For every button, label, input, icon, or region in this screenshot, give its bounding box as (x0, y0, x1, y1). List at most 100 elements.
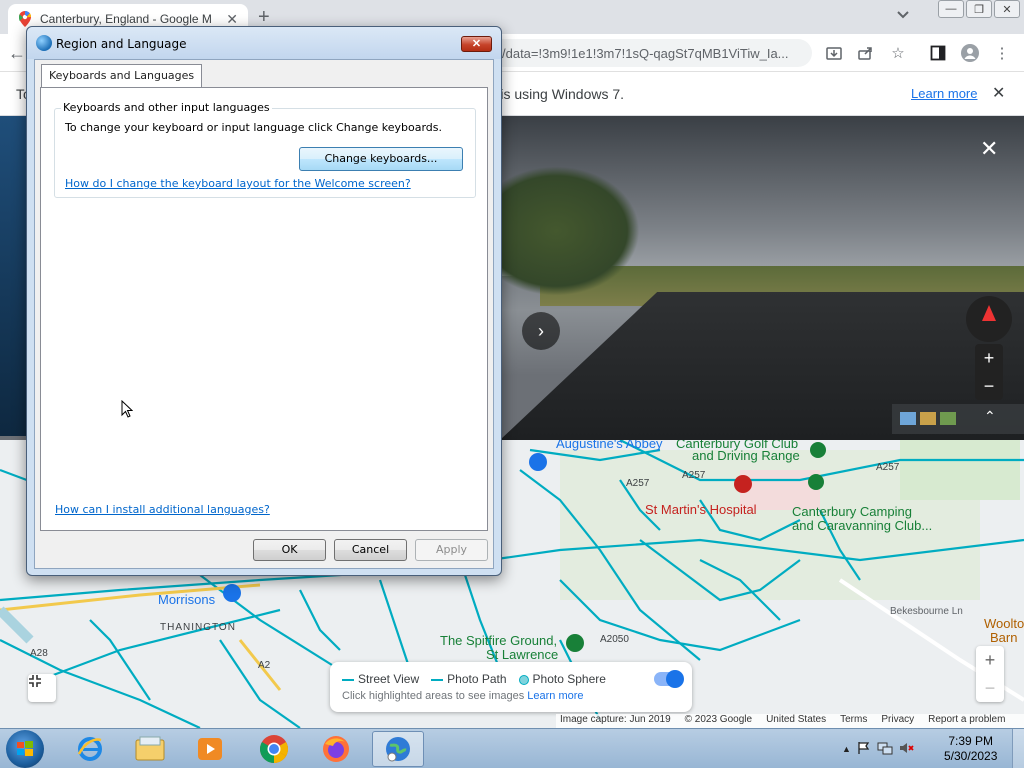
infobar-learn-more-link[interactable]: Learn more (911, 86, 977, 101)
map-label-morrisons[interactable]: Morrisons (158, 592, 215, 607)
region-and-language-dialog: Region and Language ✕ Keyboards and Lang… (26, 26, 502, 576)
privacy-link[interactable]: Privacy (881, 714, 914, 728)
internet-explorer-icon[interactable] (64, 731, 116, 767)
cancel-button[interactable]: Cancel (334, 539, 407, 561)
photo-sphere-legend-item: Photo Sphere (518, 672, 606, 686)
back-arrow-icon[interactable]: ← (8, 43, 26, 64)
media-player-icon[interactable] (184, 731, 236, 767)
ok-button[interactable]: OK (253, 539, 326, 561)
street-view-thumbnails[interactable]: ⌃ (892, 404, 1024, 434)
map-label-a2: A2 (258, 660, 271, 671)
apply-button[interactable]: Apply (415, 539, 488, 561)
system-tray: ▲ (842, 729, 915, 768)
bookmark-star-icon[interactable]: ☆ (888, 43, 908, 63)
tab-search-chevron-icon[interactable] (897, 8, 909, 22)
map-label-road: A257 (876, 462, 900, 473)
show-hidden-icons-icon[interactable]: ▲ (842, 744, 851, 754)
windows-taskbar: ▲ 7:39 PM 5/30/2023 (0, 728, 1024, 768)
share-icon[interactable] (856, 43, 876, 63)
region-language-icon[interactable] (372, 731, 424, 767)
show-desktop-button[interactable] (1012, 729, 1024, 768)
dialog-title: Region and Language (56, 37, 187, 51)
network-icon[interactable] (877, 741, 893, 758)
photo-path-legend-item: Photo Path (431, 672, 507, 686)
legend-hint: Click highlighted areas to see images Le… (342, 690, 584, 702)
map-label-camping[interactable]: Canterbury Camping (792, 504, 912, 519)
window-controls: — ❐ ✕ (938, 0, 1020, 18)
change-keyboards-button[interactable]: Change keyboards... (299, 147, 463, 171)
chrome-menu-icon[interactable]: ⋮ (992, 43, 1012, 63)
map-label-driving-range[interactable]: and Driving Range (692, 448, 800, 463)
tab-title: Canterbury, England - Google M (40, 12, 212, 26)
infobar-text: er is using Windows 7. (484, 86, 625, 102)
trees (500, 166, 640, 296)
clock-date: 5/30/2023 (944, 749, 998, 763)
street-view-legend-item: Street View (342, 672, 419, 686)
expand-thumbnails-icon[interactable]: ⌃ (984, 408, 996, 425)
map-label-st-lawrence[interactable]: St Lawrence (486, 647, 558, 662)
terms-link[interactable]: Terms (840, 714, 867, 728)
image-capture-date: Image capture: Jun 2019 (560, 714, 671, 725)
map-label-barn[interactable]: Barn (990, 630, 1017, 645)
map-zoom-in-button[interactable]: + (976, 646, 1004, 674)
file-explorer-icon[interactable] (124, 731, 176, 767)
street-view-close-icon[interactable]: ✕ (980, 136, 998, 162)
map-label-st-martins-hospital[interactable]: St Martin's Hospital (645, 502, 757, 517)
restore-button[interactable]: ❐ (966, 0, 992, 18)
side-panel-icon[interactable] (928, 43, 948, 63)
close-window-button[interactable]: ✕ (994, 0, 1020, 18)
map-label-bekesbourne-ln: Bekesbourne Ln (890, 606, 963, 617)
thumbnail-2[interactable] (920, 412, 936, 425)
street-view-zoom-control: + − (975, 344, 1003, 400)
map-collapse-icon[interactable] (28, 674, 56, 702)
taskbar-clock[interactable]: 7:39 PM 5/30/2023 (944, 734, 997, 764)
map-label-spitfire-ground[interactable]: The Spitfire Ground, (440, 633, 557, 648)
clock-time: 7:39 PM (948, 734, 994, 748)
map-attribution: Image capture: Jun 2019 © 2023 Google Un… (556, 714, 1024, 728)
group-label: Keyboards and other input languages (61, 101, 272, 114)
profile-avatar-icon[interactable] (960, 43, 980, 63)
firefox-icon[interactable] (310, 731, 362, 767)
map-label-caravanning-club[interactable]: and Caravanning Club... (792, 518, 932, 533)
tab-close-icon[interactable]: ✕ (226, 11, 238, 28)
map-zoom-out-button[interactable]: − (976, 674, 1004, 702)
globe-icon (36, 35, 52, 51)
street-view-next-arrow-icon[interactable]: › (522, 312, 560, 350)
map-label-a28: A28 (30, 648, 48, 659)
region-link[interactable]: United States (766, 714, 826, 728)
install-app-icon[interactable] (824, 43, 844, 63)
coverage-legend: Street View Photo Path Photo Sphere Clic… (330, 662, 692, 712)
compass-icon[interactable] (966, 296, 1012, 342)
legend-learn-more-link[interactable]: Learn more (527, 690, 583, 702)
coverage-toggle[interactable] (654, 670, 684, 688)
report-problem-link[interactable]: Report a problem (928, 714, 1005, 728)
map-label-a2050: A2050 (600, 634, 629, 645)
map-label-thanington: THANINGTON (160, 622, 236, 633)
dialog-titlebar[interactable]: Region and Language ✕ (27, 27, 501, 59)
windows-logo-icon (17, 741, 33, 756)
minimize-button[interactable]: — (938, 0, 964, 18)
map-label-woolton-barn[interactable]: Woolto (984, 616, 1024, 631)
welcome-screen-keyboard-link[interactable]: How do I change the keyboard layout for … (65, 177, 411, 190)
group-description: To change your keyboard or input languag… (65, 121, 442, 134)
map-label-augustines-abbey[interactable]: Augustine's Abbey (556, 440, 663, 451)
dialog-close-button[interactable]: ✕ (461, 36, 492, 52)
map-label-road: A257 (682, 470, 706, 481)
mouse-cursor-icon (121, 400, 133, 418)
install-languages-link[interactable]: How can I install additional languages? (55, 503, 270, 516)
map-zoom-control: + − (976, 646, 1004, 702)
infobar-close-icon[interactable]: ✕ (992, 83, 1005, 103)
thumbnail-3[interactable] (940, 412, 956, 425)
dialog-client-area: Keyboards and Languages Keyboards and ot… (34, 59, 494, 569)
tab-keyboards-and-languages[interactable]: Keyboards and Languages (41, 64, 203, 88)
volume-muted-icon[interactable] (899, 741, 915, 758)
tab-panel: Keyboards and other input languages To c… (40, 87, 488, 531)
action-center-flag-icon[interactable] (857, 741, 871, 758)
map-label-road: A257 (626, 478, 650, 489)
street-view-zoom-out-button[interactable]: − (975, 372, 1003, 400)
street-view-zoom-in-button[interactable]: + (975, 344, 1003, 372)
chrome-icon[interactable] (248, 731, 300, 767)
address-bar[interactable]: /data=!3m9!1e1!3m7!1sQ-qagSt7qMB1ViTiw_I… (496, 39, 812, 67)
thumbnail-1[interactable] (900, 412, 916, 425)
start-button[interactable] (6, 730, 44, 768)
